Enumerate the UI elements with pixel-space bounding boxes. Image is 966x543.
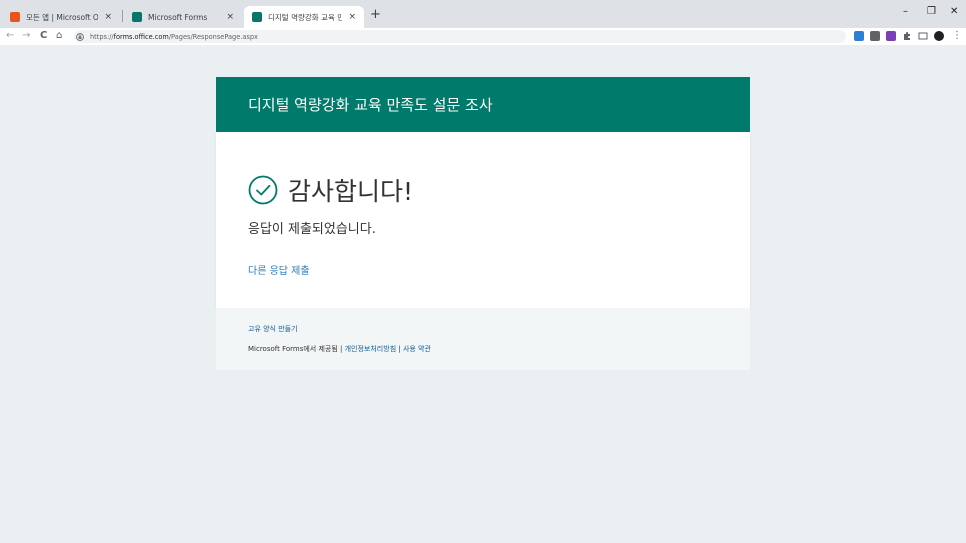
form-header: 디지털 역량강화 교육 만족도 설문 조사 bbox=[216, 77, 750, 132]
reload-icon[interactable]: C bbox=[40, 29, 47, 43]
translate-extension-icon[interactable] bbox=[854, 31, 864, 41]
tab-title: 모든 앱 | Microsoft Office bbox=[26, 12, 99, 22]
browser-tab-strip: 모든 앱 | Microsoft Office × Microsoft Form… bbox=[0, 0, 966, 28]
thanks-heading: 감사합니다! bbox=[288, 177, 414, 206]
home-icon[interactable]: ⌂ bbox=[56, 29, 62, 43]
minimize-button[interactable]: – bbox=[903, 6, 908, 17]
url-scheme: https:// bbox=[90, 32, 114, 41]
terms-link[interactable]: 사용 약관 bbox=[403, 345, 431, 353]
tab-title: 디지털 역량강화 교육 만족도 설 bbox=[268, 12, 343, 22]
submitted-message: 응답이 제출되었습니다. bbox=[248, 222, 376, 237]
response-card: 디지털 역량강화 교육 만족도 설문 조사 감사합니다! 응답이 제출되었습니다… bbox=[216, 77, 750, 370]
privacy-link[interactable]: 개인정보처리방침 bbox=[345, 345, 397, 353]
submit-another-link[interactable]: 다른 응답 제출 bbox=[248, 262, 310, 277]
new-tab-button[interactable]: + bbox=[370, 6, 381, 24]
forward-icon[interactable]: → bbox=[22, 29, 30, 43]
browser-toolbar: ← → C ⌂ https://forms.office.com/Pages/R… bbox=[0, 28, 966, 45]
tab-separator bbox=[122, 10, 123, 22]
menu-icon[interactable]: ⋮ bbox=[952, 29, 962, 43]
close-icon[interactable]: × bbox=[348, 12, 356, 22]
confirmation-panel: 감사합니다! 응답이 제출되었습니다. 다른 응답 제출 bbox=[216, 132, 750, 308]
footer-separator: | bbox=[337, 345, 345, 353]
forms-icon bbox=[132, 12, 142, 22]
profile-avatar[interactable] bbox=[934, 31, 944, 41]
footer-separator: | bbox=[396, 345, 403, 353]
url-path: /Pages/ResponsePage.aspx bbox=[168, 32, 258, 41]
form-title: 디지털 역량강화 교육 만족도 설문 조사 bbox=[248, 96, 493, 114]
office-icon bbox=[10, 12, 20, 22]
lock-icon[interactable] bbox=[76, 32, 84, 41]
qr-extension-icon[interactable] bbox=[870, 31, 880, 41]
tab-survey-active[interactable]: 디지털 역량강화 교육 만족도 설 × bbox=[244, 6, 364, 28]
back-icon[interactable]: ← bbox=[6, 29, 14, 43]
extensions-puzzle-icon[interactable] bbox=[902, 31, 912, 41]
forms-icon bbox=[252, 12, 262, 22]
close-icon[interactable]: × bbox=[226, 12, 234, 22]
restore-button[interactable]: ❐ bbox=[927, 6, 936, 17]
powered-by-line: Microsoft Forms에서 제공됨 | 개인정보처리방침 | 사용 약관 bbox=[248, 344, 431, 354]
tab-microsoft-office[interactable]: 모든 앱 | Microsoft Office × bbox=[2, 6, 120, 28]
create-own-form-link[interactable]: 고유 양식 만들기 bbox=[248, 324, 298, 334]
thanks-row: 감사합니다! bbox=[248, 172, 413, 208]
powered-by-text: Microsoft Forms에서 제공됨 bbox=[248, 345, 338, 353]
close-icon[interactable]: × bbox=[104, 12, 112, 22]
page-background: 디지털 역량강화 교육 만족도 설문 조사 감사합니다! 응답이 제출되었습니다… bbox=[0, 45, 966, 543]
tab-microsoft-forms[interactable]: Microsoft Forms × bbox=[124, 6, 242, 28]
form-footer: 고유 양식 만들기 Microsoft Forms에서 제공됨 | 개인정보처리… bbox=[216, 308, 750, 370]
onenote-extension-icon[interactable] bbox=[886, 31, 896, 41]
tab-title: Microsoft Forms bbox=[148, 12, 208, 22]
cast-icon[interactable] bbox=[918, 31, 928, 41]
address-bar[interactable]: https://forms.office.com/Pages/ResponseP… bbox=[74, 30, 846, 43]
window-close-button[interactable]: ✕ bbox=[950, 6, 958, 17]
url-host: forms.office.com bbox=[113, 32, 169, 41]
check-circle-icon bbox=[248, 175, 278, 205]
